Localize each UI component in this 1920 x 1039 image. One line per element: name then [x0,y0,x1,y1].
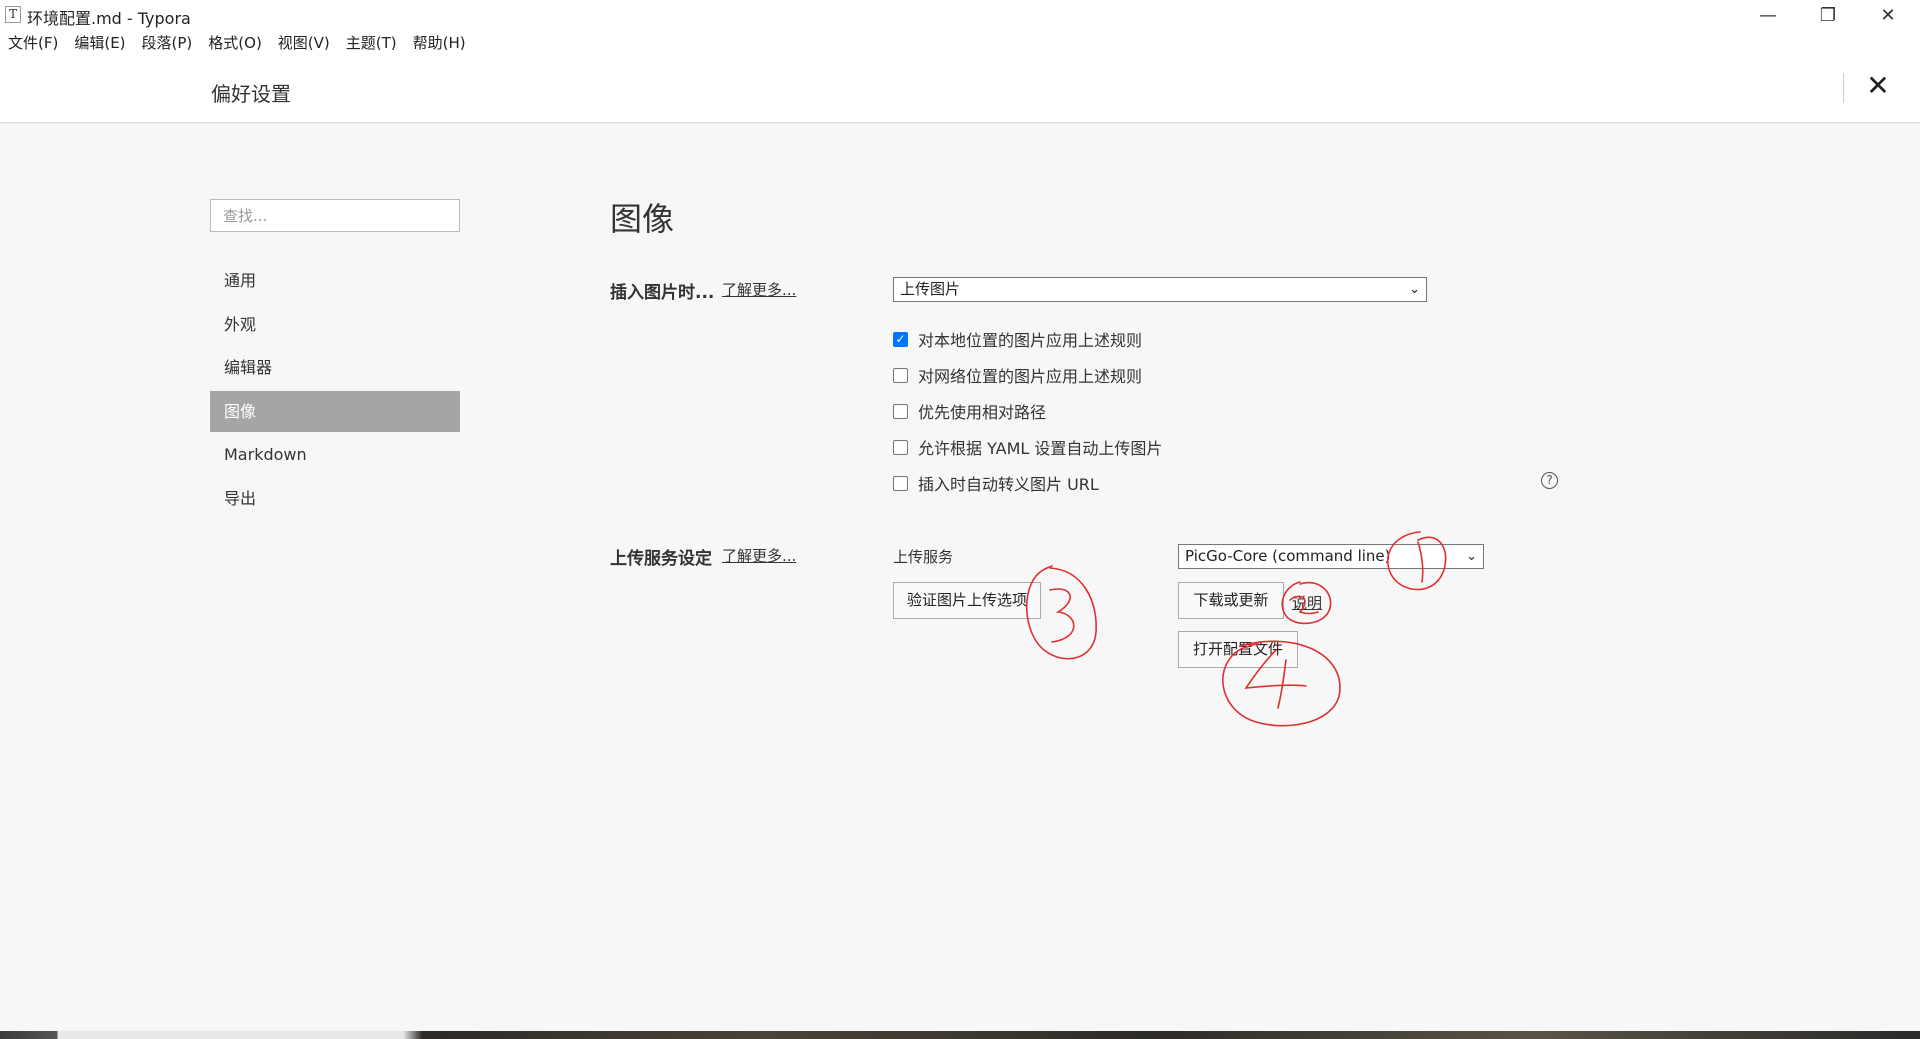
option-label: 对本地位置的图片应用上述规则 [918,331,1143,350]
maximize-button[interactable]: ❐ [1800,0,1856,30]
insert-learn-more-link[interactable]: 了解更多... [722,279,796,300]
nav-item-markdown[interactable]: Markdown [210,434,460,475]
menu-paragraph[interactable]: 段落(P) [142,30,193,56]
typora-app-icon: T [5,6,21,23]
option-relative-path[interactable]: 优先使用相对路径 [893,399,1046,423]
verify-upload-button[interactable]: 验证图片上传选项 [893,582,1041,619]
upload-service-select-value: PicGo-Core (command line) [1185,547,1391,565]
upload-service-select[interactable]: PicGo-Core (command line) ⌄ [1178,544,1484,569]
section-title: 图像 [610,200,675,238]
option-local-images[interactable]: ✓ 对本地位置的图片应用上述规则 [893,327,1142,351]
option-label: 优先使用相对路径 [918,403,1047,422]
chevron-down-icon: ⌄ [1409,282,1420,297]
nav-item-editor[interactable]: 编辑器 [210,347,460,388]
checkbox-icon[interactable] [893,475,908,491]
option-network-images[interactable]: 对网络位置的图片应用上述规则 [893,363,1142,387]
menu-file[interactable]: 文件(F) [8,30,58,56]
nav-item-appearance[interactable]: 外观 [210,304,460,345]
window-close-button[interactable]: ✕ [1860,0,1916,30]
window-title: 环境配置.md - Typora [27,9,191,28]
option-label: 允许根据 YAML 设置自动上传图片 [918,439,1163,458]
menu-view[interactable]: 视图(V) [278,30,330,56]
preferences-close-button[interactable]: ✕ [1860,68,1896,104]
option-label: 对网络位置的图片应用上述规则 [918,367,1143,386]
preferences-search-input[interactable] [210,199,460,232]
nav-item-general[interactable]: 通用 [210,260,460,301]
upload-service-settings-label: 上传服务设定 [610,549,712,569]
chevron-down-icon: ⌄ [1466,549,1477,564]
insert-image-label: 插入图片时... [610,283,715,303]
checkbox-checked-icon[interactable]: ✓ [893,331,908,347]
menu-format[interactable]: 格式(O) [208,30,262,56]
checkbox-icon[interactable] [893,367,908,383]
window-titlebar: T 环境配置.md - Typora — ❐ ✕ [0,0,1920,30]
annotation-numeral-3 [1049,588,1075,643]
menu-edit[interactable]: 编辑(E) [74,30,125,56]
menu-theme[interactable]: 主题(T) [346,30,397,56]
option-label: 插入时自动转义图片 URL [918,475,1099,494]
preferences-title: 偏好设置 [211,82,291,106]
checkbox-icon[interactable] [893,403,908,419]
help-icon[interactable]: ? [1541,472,1558,489]
option-yaml-upload[interactable]: 允许根据 YAML 设置自动上传图片 [893,435,1162,459]
preferences-nav: 通用 外观 编辑器 图像 Markdown 导出 [210,260,460,521]
open-config-button[interactable]: 打开配置文件 [1178,631,1298,668]
upload-learn-more-link[interactable]: 了解更多... [722,545,796,566]
checkbox-icon[interactable] [893,439,908,455]
minimize-button[interactable]: — [1740,0,1796,30]
option-escape-url[interactable]: 插入时自动转义图片 URL [893,471,1099,495]
explain-link[interactable]: 说明 [1292,592,1322,613]
menu-help[interactable]: 帮助(H) [413,30,466,56]
insert-image-select-value: 上传图片 [900,280,961,298]
upload-service-label: 上传服务 [893,548,954,566]
taskbar-strip [0,1031,1920,1039]
nav-item-export[interactable]: 导出 [210,478,460,519]
download-update-button[interactable]: 下载或更新 [1178,582,1284,619]
nav-item-image[interactable]: 图像 [210,390,460,432]
preferences-header: 偏好设置 ✕ [0,56,1920,123]
menu-bar: 文件(F) 编辑(E) 段落(P) 格式(O) 视图(V) 主题(T) 帮助(H… [0,30,1920,56]
header-divider [1843,73,1844,103]
insert-image-select[interactable]: 上传图片 ⌄ [893,277,1427,302]
